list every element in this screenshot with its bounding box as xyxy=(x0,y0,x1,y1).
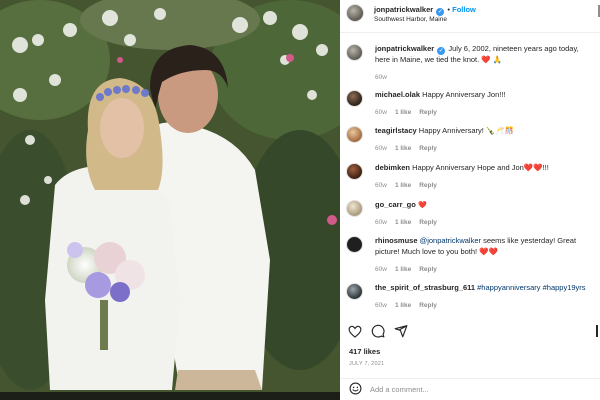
separator: • xyxy=(447,5,451,14)
comment-time[interactable]: 60w xyxy=(375,302,387,309)
share-icon[interactable] xyxy=(393,323,409,339)
comment-icon[interactable] xyxy=(370,323,386,339)
reply-button[interactable]: Reply xyxy=(419,302,437,309)
comment-time[interactable]: 60w xyxy=(375,145,387,152)
post-date: JULY 7, 2021 xyxy=(349,361,385,367)
comment-likes[interactable]: 1 like xyxy=(395,219,411,226)
more-options-icon[interactable] xyxy=(594,3,600,19)
comment: michael.olak Happy Anniversary Jon!!! 60… xyxy=(346,90,596,117)
comments-list: jonpatrickwalker ✓ July 6, 2002, ninetee… xyxy=(340,40,600,310)
comment-text: ❤️ xyxy=(417,202,427,209)
post-header: jonpatrickwalker ✓ • Follow Southwest Ha… xyxy=(340,0,600,33)
mention-link[interactable]: @jonpatrickwalker xyxy=(420,236,481,245)
comment-time[interactable]: 60w xyxy=(375,182,387,189)
comment-time[interactable]: 60w xyxy=(375,219,387,226)
comment-text: Happy Anniversary Jon!!! xyxy=(422,90,506,99)
avatar[interactable] xyxy=(346,283,363,300)
comment-username[interactable]: jonpatrickwalker xyxy=(375,44,434,53)
post-sidebar: jonpatrickwalker ✓ • Follow Southwest Ha… xyxy=(340,0,600,400)
reply-button[interactable]: Reply xyxy=(419,266,437,273)
likes-count[interactable]: 417 likes xyxy=(349,347,380,356)
comment-username[interactable]: rhinosmuse xyxy=(375,236,418,245)
avatar[interactable] xyxy=(346,200,363,217)
comment-username[interactable]: the_spirit_of_strasburg_611 xyxy=(375,283,475,292)
comment: rhinosmuse @jonpatrickwalker seems like … xyxy=(346,236,596,274)
comment-text: Happy Anniversary! 🍾🥂🎊 xyxy=(418,126,514,135)
avatar[interactable] xyxy=(346,44,363,61)
add-comment-bar xyxy=(340,378,600,400)
comment-time[interactable]: 60w xyxy=(375,74,387,81)
comment-username[interactable]: michael.olak xyxy=(375,90,420,99)
reply-button[interactable]: Reply xyxy=(419,109,437,116)
avatar[interactable] xyxy=(346,126,363,143)
wedding-photo-illustration xyxy=(0,0,340,400)
verified-badge-icon: ✓ xyxy=(436,8,445,16)
comment-username[interactable]: debimken xyxy=(375,163,410,172)
comment-input[interactable] xyxy=(370,385,570,394)
comment-time[interactable]: 60w xyxy=(375,109,387,116)
comment-likes[interactable]: 1 like xyxy=(395,109,411,116)
bookmark-icon[interactable] xyxy=(595,323,600,339)
header-meta: jonpatrickwalker ✓ • Follow Southwest Ha… xyxy=(374,5,476,24)
reply-button[interactable]: Reply xyxy=(419,182,437,189)
heart-icon[interactable] xyxy=(347,323,363,339)
comment-likes[interactable]: 1 like xyxy=(395,302,411,309)
comment: debimken Happy Anniversary Hope and Jon❤… xyxy=(346,163,596,190)
comment-time[interactable]: 60w xyxy=(375,266,387,273)
avatar[interactable] xyxy=(346,90,363,107)
location-link[interactable]: Southwest Harbor, Maine xyxy=(374,16,476,24)
comment-likes[interactable]: 1 like xyxy=(395,145,411,152)
follow-button[interactable]: Follow xyxy=(452,5,476,14)
username-link[interactable]: jonpatrickwalker xyxy=(374,5,433,14)
comment-username[interactable]: go_carr_go xyxy=(375,200,416,209)
emoji-icon[interactable] xyxy=(349,382,362,397)
comment-likes[interactable]: 1 like xyxy=(395,182,411,189)
hashtag-links[interactable]: #happyanniversary #happy19yrs xyxy=(477,283,585,292)
comment-username[interactable]: teagirlstacy xyxy=(375,126,417,135)
post-photo[interactable] xyxy=(0,0,340,400)
reply-button[interactable]: Reply xyxy=(419,219,437,226)
verified-badge-icon: ✓ xyxy=(437,47,446,55)
avatar[interactable] xyxy=(346,236,363,253)
comment: the_spirit_of_strasburg_611 #happyannive… xyxy=(346,283,596,310)
comment-likes[interactable]: 1 like xyxy=(395,266,411,273)
comment-text: Happy Anniversary Hope and Jon❤️❤️!!! xyxy=(412,163,549,172)
comment: go_carr_go ❤️ 60w 1 like Reply xyxy=(346,200,596,228)
reply-button[interactable]: Reply xyxy=(419,145,437,152)
avatar[interactable] xyxy=(346,163,363,180)
comment: teagirlstacy Happy Anniversary! 🍾🥂🎊 60w 1… xyxy=(346,126,596,153)
avatar[interactable] xyxy=(346,4,364,22)
instagram-post-view: jonpatrickwalker ✓ • Follow Southwest Ha… xyxy=(0,0,600,400)
action-bar xyxy=(340,322,600,340)
caption: jonpatrickwalker ✓ July 6, 2002, ninetee… xyxy=(346,44,596,82)
